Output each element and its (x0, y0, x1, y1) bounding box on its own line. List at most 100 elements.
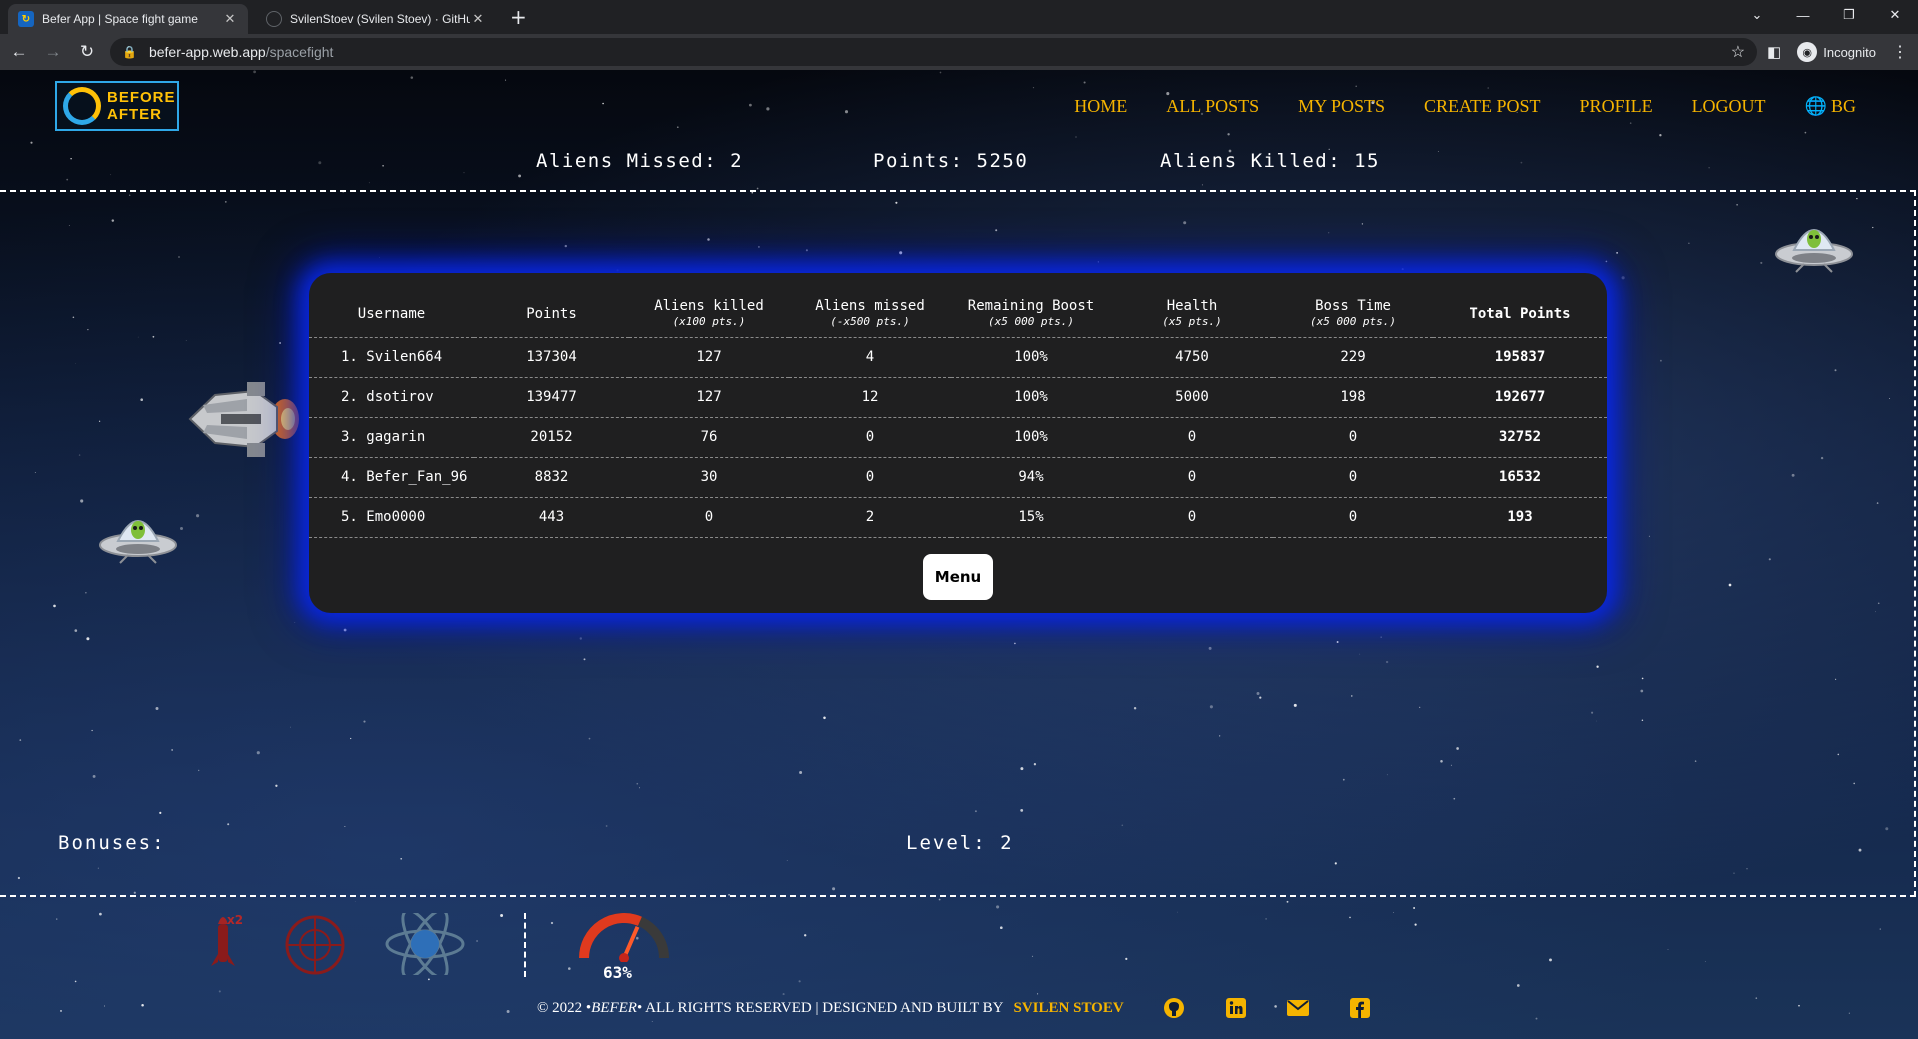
column-header-total-points: Total Points (1433, 291, 1607, 338)
tab-github[interactable]: SvilenStoev (Svilen Stoev) · GitHub ✕ (256, 4, 496, 34)
star (1414, 923, 1417, 926)
logo-line-1: BEFORE (107, 89, 176, 106)
facebook-icon[interactable] (1348, 997, 1372, 1019)
alien-ufo-icon[interactable] (98, 507, 178, 565)
back-arrow-icon[interactable]: ← (4, 42, 34, 62)
nav-my-posts[interactable]: MY POSTS (1298, 96, 1385, 117)
level-indicator: Level: 2 (906, 832, 1014, 854)
points-stat: Points: 5250 (873, 150, 1029, 172)
logo-text: BEFORE AFTER (107, 89, 176, 123)
star (844, 110, 849, 114)
star (476, 939, 479, 943)
cell-aliens-killed: 127 (629, 337, 789, 378)
social-links (1162, 997, 1372, 1019)
main-nav: HOME ALL POSTS MY POSTS CREATE POST PROF… (1074, 96, 1856, 117)
cell-boss-time: 198 (1273, 377, 1433, 418)
player-spaceship-icon[interactable] (185, 377, 300, 462)
minimize-button[interactable]: — (1780, 8, 1826, 23)
star (1166, 92, 1170, 96)
reload-icon[interactable]: ↻ (72, 42, 102, 62)
star (428, 978, 430, 981)
new-tab-button[interactable]: + (496, 4, 539, 34)
star (1848, 1012, 1850, 1014)
star (1355, 85, 1357, 87)
star (354, 901, 356, 902)
header-sub: (x100 pts.) (672, 314, 746, 328)
star (99, 912, 102, 916)
url-host: befer-app.web.app (148, 44, 266, 60)
column-header-aliens-killed: Aliens killed (x100 pts.) (629, 291, 789, 338)
table-row: 4. Befer_Fan_96 8832 30 0 94% 0 0 16532 (309, 457, 1607, 498)
cell-username: 5. Emo0000 (309, 497, 474, 538)
cell-points: 8832 (474, 457, 629, 498)
header-sub: (x5 000 pts.) (1309, 314, 1397, 328)
star (1201, 184, 1203, 186)
cell-total-points: 32752 (1433, 417, 1607, 458)
nav-home[interactable]: HOME (1074, 96, 1127, 117)
star (798, 980, 801, 983)
star (1265, 918, 1267, 920)
boost-percent: 63% (603, 963, 632, 982)
column-header-boss-time: Boss Time (x5 000 pts.) (1273, 291, 1433, 338)
logo-refresh-icon (63, 87, 101, 125)
github-icon[interactable] (1162, 997, 1186, 1019)
header-label: Aliens killed (654, 297, 764, 314)
star (1487, 87, 1489, 89)
close-tab-icon[interactable]: ✕ (222, 11, 238, 27)
star (782, 993, 785, 996)
url-field[interactable]: 🔒 befer-app.web.app/spacefight ☆ (110, 38, 1758, 66)
side-panel-icon[interactable]: ◧ (1767, 43, 1781, 61)
nav-all-posts[interactable]: ALL POSTS (1166, 96, 1259, 117)
star (500, 914, 504, 917)
close-window-button[interactable]: ✕ (1872, 7, 1918, 23)
alien-ufo-icon[interactable] (1774, 216, 1854, 274)
star (996, 905, 1000, 909)
star (505, 79, 507, 81)
nav-logout[interactable]: LOGOUT (1692, 96, 1766, 117)
column-header-aliens-missed: Aliens missed (-x500 pts.) (789, 291, 951, 338)
star (1031, 955, 1034, 957)
table-row: 3. gagarin 20152 76 0 100% 0 0 32752 (309, 417, 1607, 458)
star (1286, 900, 1289, 903)
cell-points: 139477 (474, 377, 629, 418)
table-row: 5. Emo0000 443 0 2 15% 0 0 193 (309, 497, 1607, 538)
star (1667, 949, 1669, 950)
score-hud: Aliens Missed: 2 Points: 5250 Aliens Kil… (0, 150, 1918, 180)
star (1177, 911, 1178, 913)
nav-create-post[interactable]: CREATE POST (1424, 96, 1541, 117)
tab-search-icon[interactable]: ⌄ (1734, 7, 1780, 23)
cell-aliens-missed: 4 (789, 337, 951, 378)
cell-username: 3. gagarin (309, 417, 474, 458)
star (218, 990, 221, 993)
site-logo[interactable]: BEFORE AFTER (55, 81, 179, 131)
cell-aliens-missed: 0 (789, 417, 951, 458)
leaderboard-table: Username Points Aliens killed (x100 pts.)… (309, 291, 1607, 538)
star (1349, 916, 1351, 919)
restore-button[interactable]: ❐ (1826, 7, 1872, 23)
incognito-profile-button[interactable]: ◉ Incognito (1797, 42, 1876, 62)
incognito-icon: ◉ (1797, 42, 1818, 62)
language-label: BG (1830, 96, 1856, 116)
more-menu-icon[interactable]: ⋮ (1892, 42, 1908, 62)
cell-points: 20152 (474, 417, 629, 458)
menu-button[interactable]: Menu (923, 554, 993, 600)
close-tab-icon[interactable]: ✕ (470, 11, 486, 27)
column-header-username: Username (309, 291, 474, 338)
header-label: Points (526, 305, 577, 322)
bookmark-star-icon[interactable]: ☆ (1731, 42, 1745, 62)
linkedin-icon[interactable] (1224, 997, 1248, 1019)
cell-username: 2. dsotirov (309, 377, 474, 418)
header-label: Health (1166, 297, 1218, 314)
star (1704, 961, 1706, 962)
star (1755, 997, 1758, 999)
url-path: /spacefight (265, 44, 334, 60)
header-sub: (-x500 pts.) (830, 314, 910, 328)
language-switch[interactable]: 🌐 BG (1805, 96, 1856, 117)
forward-arrow-icon[interactable]: → (38, 42, 68, 62)
globe-icon: 🌐 (1804, 96, 1827, 116)
nav-profile[interactable]: PROFILE (1580, 96, 1653, 117)
footer-author-link[interactable]: SVILEN STOEV (1014, 1000, 1124, 1017)
mail-icon[interactable] (1286, 997, 1310, 1019)
tab-befer-app[interactable]: ↻ Befer App | Space fight game ✕ (8, 4, 248, 34)
lock-icon[interactable]: 🔒 (122, 45, 137, 59)
